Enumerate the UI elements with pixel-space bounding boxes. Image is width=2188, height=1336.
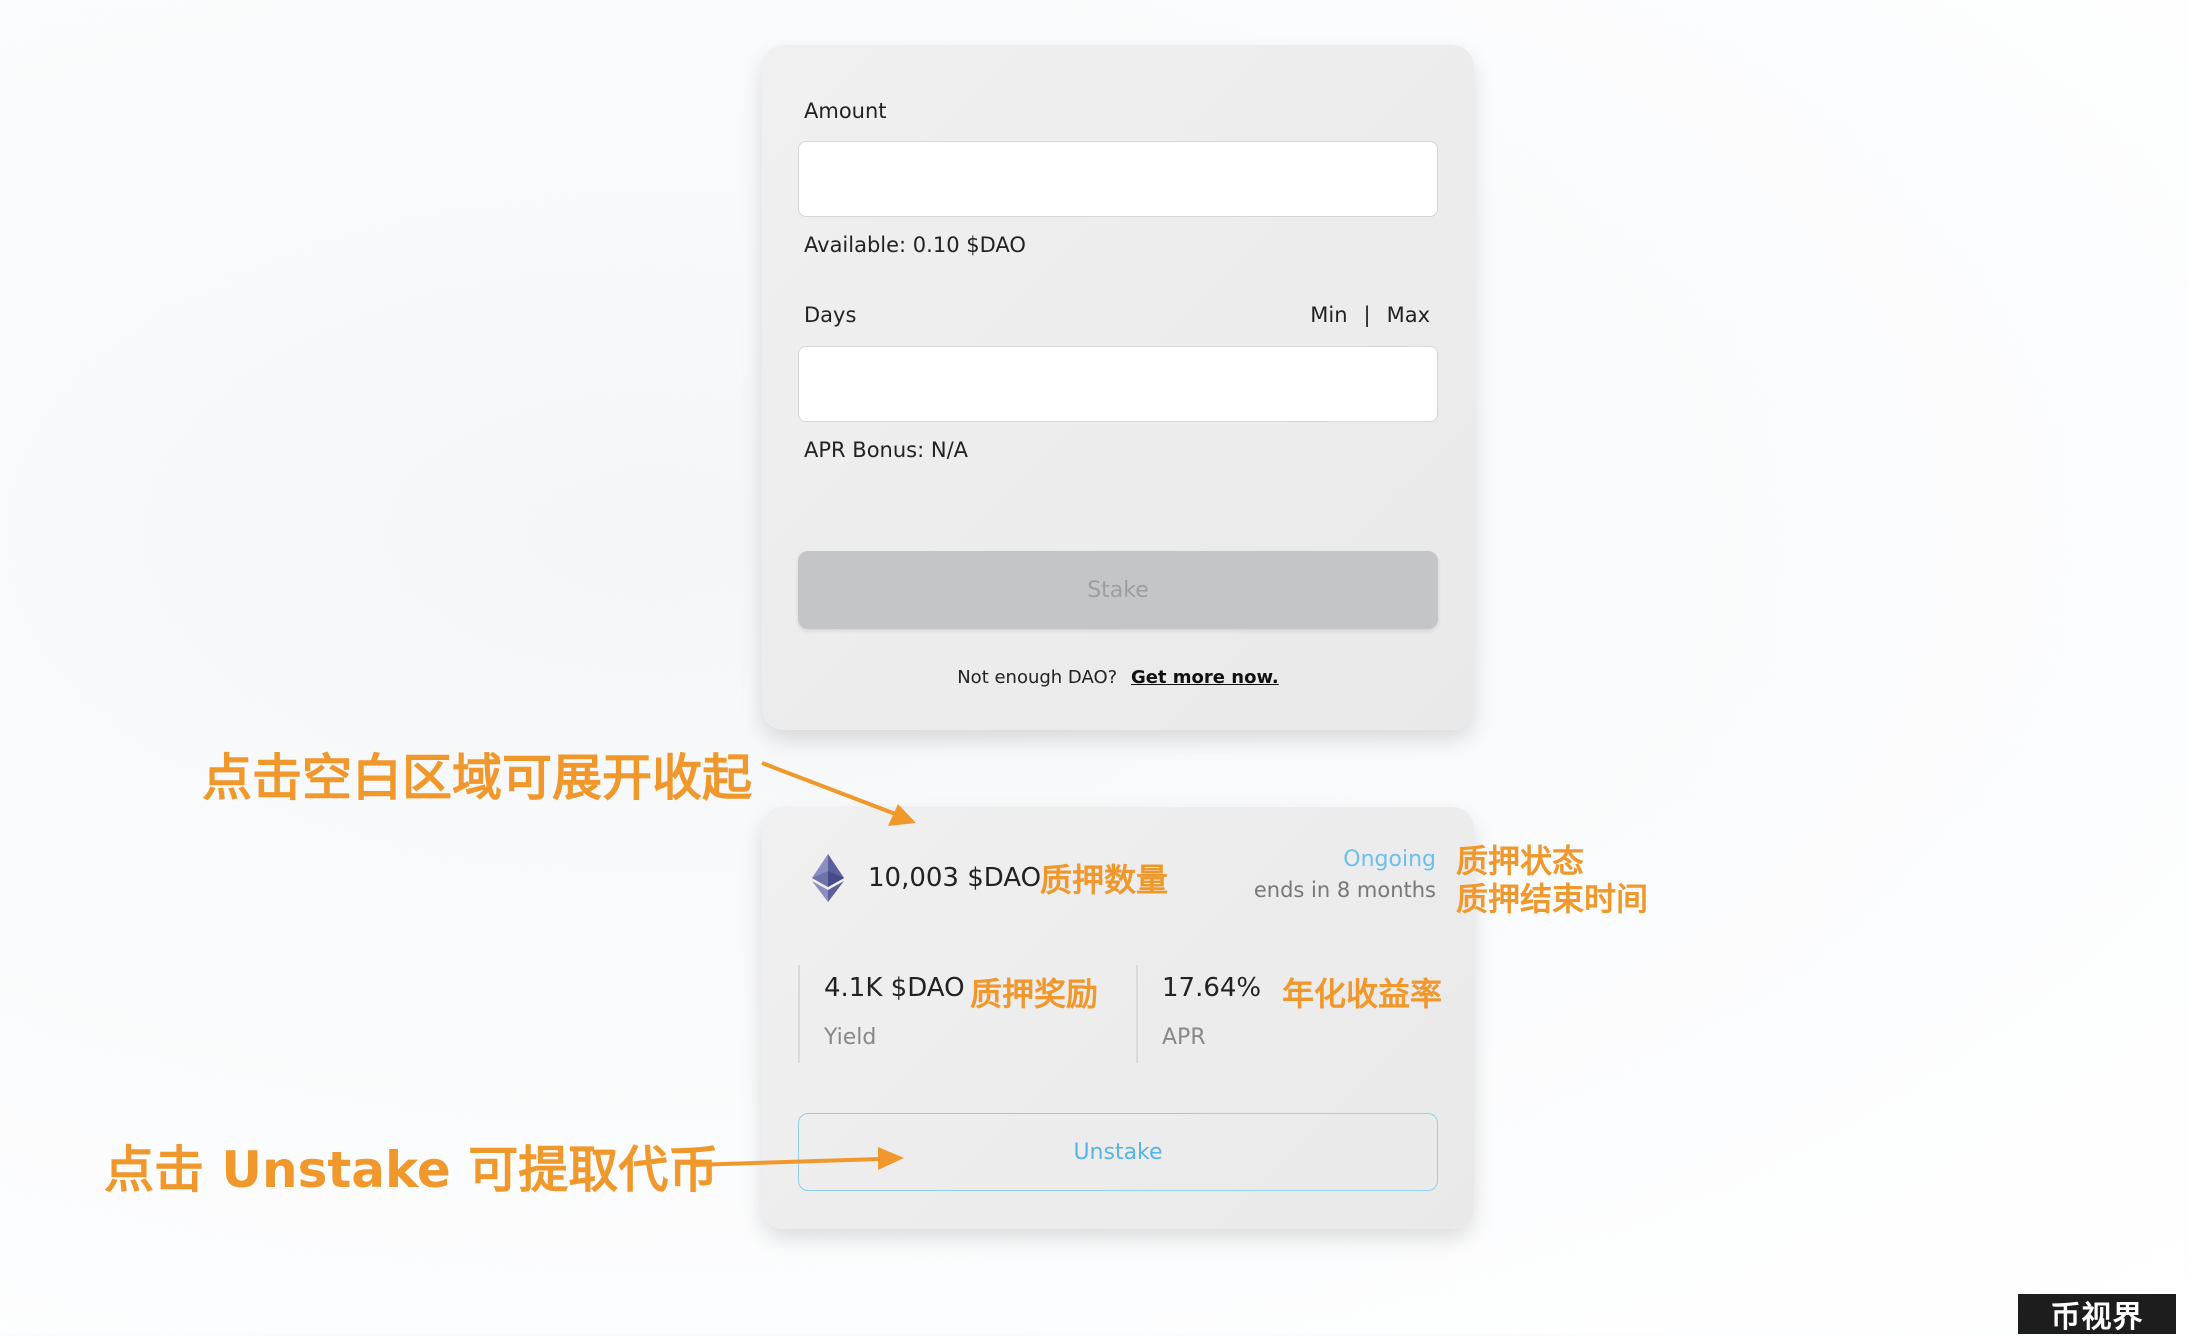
stake-form-card: Amount Available: 0.10 $DAO Days Min | M… xyxy=(762,45,1474,730)
min-button[interactable]: Min xyxy=(1310,303,1347,327)
unstake-button[interactable]: Unstake xyxy=(798,1113,1438,1191)
annotation-annual-yield: 年化收益率 xyxy=(1282,975,1443,1013)
annotation-stake-amount: 质押数量 xyxy=(1040,861,1169,899)
available-balance: Available: 0.10 $DAO xyxy=(804,233,1026,257)
apr-label: APR xyxy=(1162,1025,1206,1050)
min-max-separator: | xyxy=(1363,303,1371,327)
promo-text: Not enough DAO? xyxy=(957,667,1118,688)
ethereum-icon xyxy=(812,854,844,902)
stake-button[interactable]: Stake xyxy=(798,551,1438,629)
days-label: Days xyxy=(804,303,857,327)
get-more-link[interactable]: Get more now. xyxy=(1131,667,1279,688)
apr-value: 17.64% xyxy=(1162,973,1262,1003)
staked-amount: 10,003 $DAO xyxy=(868,863,1042,893)
max-button[interactable]: Max xyxy=(1387,303,1430,327)
divider xyxy=(798,965,800,1063)
min-max-selector: Min | Max xyxy=(1310,303,1430,327)
yield-value: 4.1K $DAO xyxy=(824,973,965,1003)
annotation-expand-collapse: 点击空白区域可展开收起 xyxy=(202,749,752,807)
divider xyxy=(1136,965,1138,1063)
annotation-unstake-hint: 点击 Unstake 可提取代币 xyxy=(104,1141,719,1199)
annotation-stake-end-time: 质押结束时间 xyxy=(1456,880,1649,918)
end-time: ends in 8 months xyxy=(1253,878,1436,902)
apr-bonus: APR Bonus: N/A xyxy=(804,438,969,462)
annotation-stake-reward: 质押奖励 xyxy=(970,975,1099,1013)
amount-label: Amount xyxy=(804,99,887,123)
status-badge: Ongoing xyxy=(1343,847,1436,872)
promo-line: Not enough DAO? Get more now. xyxy=(762,667,1474,688)
stake-status-block: Ongoing ends in 8 months xyxy=(1254,847,1436,902)
amount-input[interactable] xyxy=(798,141,1438,217)
watermark-logo: 币视界 xyxy=(2018,1294,2176,1335)
yield-label: Yield xyxy=(824,1025,877,1050)
days-input[interactable] xyxy=(798,346,1438,422)
